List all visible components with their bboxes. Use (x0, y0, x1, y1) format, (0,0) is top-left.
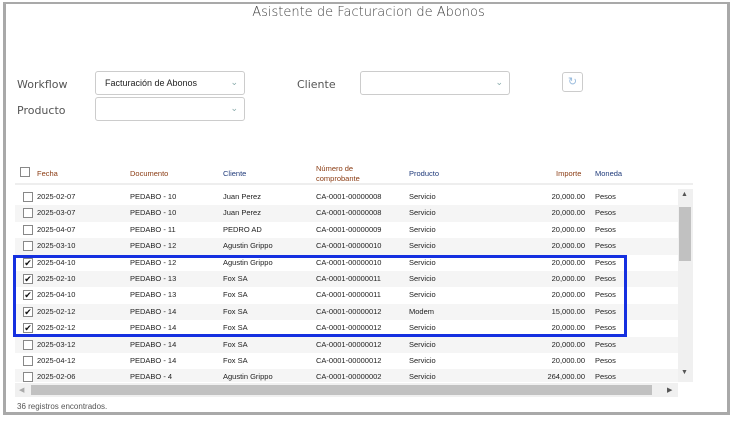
chevron-down-icon: ⌄ (230, 103, 238, 113)
cell-documento: PEDABO - 11 (130, 224, 176, 234)
cell-fecha: 2025-04-12 (37, 355, 76, 365)
refresh-button[interactable]: ↻ (562, 72, 583, 92)
cell-moneda: Pesos (595, 339, 616, 349)
header-moneda[interactable]: Moneda (595, 169, 622, 179)
cell-numero: CA-0001-00000010 (316, 241, 382, 251)
table-row[interactable]: 2025-03-07 PEDABO - 10 Juan Perez CA-0001-0… (15, 205, 678, 222)
table-row[interactable]: 2025-04-12 PEDABO - 14 Fox SA CA-0001-00000… (15, 353, 678, 369)
cell-fecha: 2025-03-07 (37, 208, 76, 218)
workflow-value: Facturación de Abonos (105, 78, 198, 88)
page-title: Asistente de Facturacion de Abonos (252, 5, 485, 20)
selection-highlight (13, 255, 627, 337)
chevron-down-icon: ⌄ (230, 77, 238, 87)
cell-fecha: 2025-03-12 (37, 339, 76, 349)
cell-producto: Servicio (409, 355, 436, 365)
cell-moneda: Pesos (595, 355, 616, 365)
header-producto[interactable]: Producto (409, 169, 439, 179)
cell-producto: Servicio (409, 372, 436, 382)
cell-importe: 20,000.00 (551, 224, 585, 234)
cell-fecha: 2025-02-07 (37, 192, 76, 201)
cell-cliente: Juan Perez (223, 192, 261, 201)
horizontal-scroll-thumb[interactable] (31, 385, 652, 395)
table-row[interactable]: 2025-04-07 PEDABO - 11 PEDRO AD CA-0001-000… (15, 222, 678, 238)
row-checkbox[interactable] (23, 355, 33, 366)
cell-documento: PEDABO - 10 (130, 208, 177, 218)
row-checkbox[interactable] (23, 224, 33, 235)
row-checkbox[interactable] (23, 241, 33, 252)
table-row[interactable]: 2025-03-10 PEDABO - 12 Agustin Grippo CA-00… (15, 238, 678, 255)
scroll-left-icon[interactable]: ◀ (19, 386, 24, 394)
cell-numero: CA-0001-00000002 (316, 372, 382, 382)
chevron-down-icon: ⌄ (495, 77, 503, 87)
refresh-icon: ↻ (567, 76, 578, 88)
cliente-label: Cliente (297, 78, 336, 91)
cell-numero: CA-0001-00000009 (316, 224, 382, 234)
cell-cliente: PEDRO AD (223, 224, 262, 234)
cell-fecha: 2025-03-10 (37, 241, 76, 251)
cell-documento: PEDABO - 4 (130, 372, 173, 382)
records-count: 36 registros encontrados. (17, 402, 108, 411)
header-cliente[interactable]: Cliente (223, 169, 246, 179)
table-row[interactable]: 2025-02-07 PEDABO - 10 Juan Perez CA-0001-0… (15, 189, 678, 205)
cell-producto: Servicio (409, 339, 436, 349)
cell-moneda: Pesos (595, 241, 616, 251)
cell-numero: CA-0001-00000012 (316, 355, 382, 365)
producto-select[interactable]: ⌄ (95, 97, 245, 121)
cell-numero: CA-0001-00000012 (316, 339, 382, 349)
table-row[interactable]: 2025-03-12 PEDABO - 14 Fox SA CA-0001-00000… (15, 336, 678, 353)
workflow-select[interactable]: Facturación de Abonos ⌄ (95, 71, 245, 95)
cell-cliente: Juan Perez (223, 208, 261, 218)
cell-documento: PEDABO - 14 (130, 339, 177, 349)
row-checkbox[interactable] (23, 372, 33, 382)
table-row[interactable]: 2025-02-06 PEDABO - 4 Agustin Grippo CA-000… (15, 369, 678, 382)
scroll-down-icon[interactable]: ▼ (681, 369, 688, 376)
cell-moneda: Pesos (595, 208, 616, 218)
cell-cliente: Agustin Grippo (223, 241, 273, 251)
select-all-checkbox[interactable] (20, 167, 30, 177)
cell-documento: PEDABO - 12 (130, 241, 177, 251)
scroll-right-icon[interactable]: ▶ (667, 386, 672, 394)
horizontal-scrollbar[interactable]: ◀ ▶ (15, 383, 678, 397)
cell-importe: 20,000.00 (551, 241, 585, 251)
cell-cliente: Fox SA (223, 355, 248, 365)
table-header: Fecha Documento Cliente Número de compro… (15, 162, 693, 185)
cell-moneda: Pesos (595, 224, 616, 234)
cell-documento: PEDABO - 14 (130, 355, 177, 365)
header-fecha[interactable]: Fecha (37, 169, 58, 179)
cliente-select[interactable]: ⌄ (360, 71, 510, 95)
cell-documento: PEDABO - 10 (130, 192, 177, 201)
cell-fecha: 2025-04-07 (37, 224, 76, 234)
cell-numero: CA-0001-00000008 (316, 208, 382, 218)
cell-cliente: Fox SA (223, 339, 248, 349)
cell-producto: Servicio (409, 224, 436, 234)
cell-moneda: Pesos (595, 372, 616, 382)
header-documento[interactable]: Documento (130, 169, 168, 179)
row-checkbox[interactable] (23, 339, 33, 350)
cell-importe: 20,000.00 (551, 355, 585, 365)
cell-importe: 264,000.00 (547, 372, 585, 382)
producto-label: Producto (17, 104, 66, 117)
cell-importe: 20,000.00 (551, 192, 585, 201)
header-numero[interactable]: Número de comprobante (316, 164, 371, 184)
cell-importe: 20,000.00 (551, 208, 585, 218)
row-checkbox[interactable] (23, 208, 33, 219)
cell-importe: 20,000.00 (551, 339, 585, 349)
header-importe[interactable]: Importe (556, 169, 581, 179)
cell-numero: CA-0001-00000008 (316, 192, 382, 201)
vertical-scrollbar[interactable]: ▲ ▼ (678, 189, 693, 382)
cell-fecha: 2025-02-06 (37, 372, 76, 382)
cell-producto: Servicio (409, 208, 436, 218)
vertical-scroll-thumb[interactable] (679, 207, 691, 261)
scroll-up-icon[interactable]: ▲ (681, 191, 688, 198)
workflow-label: Workflow (17, 78, 68, 91)
cell-cliente: Agustin Grippo (223, 372, 273, 382)
cell-moneda: Pesos (595, 192, 616, 201)
cell-producto: Servicio (409, 241, 436, 251)
cell-producto: Servicio (409, 192, 436, 201)
row-checkbox[interactable] (23, 192, 33, 202)
